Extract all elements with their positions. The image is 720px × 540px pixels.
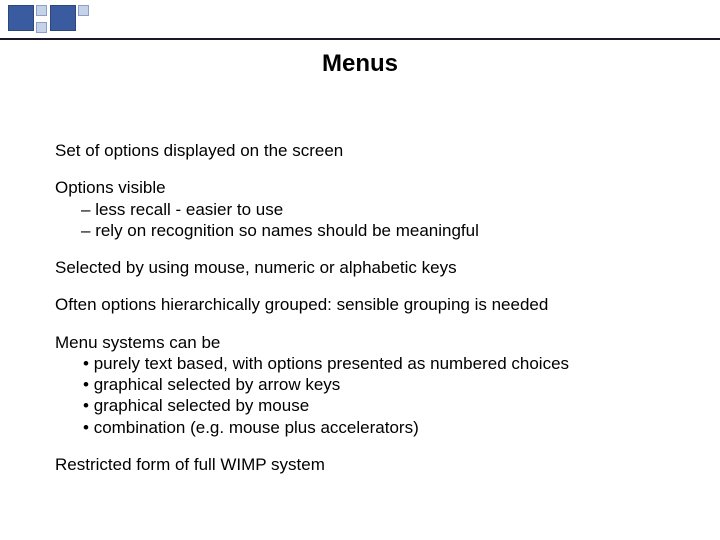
- paragraph-5-bullet-1: purely text based, with options presente…: [55, 353, 680, 374]
- horizontal-rule: [0, 38, 720, 40]
- slide: Menus Set of options displayed on the sc…: [0, 0, 720, 540]
- paragraph-5-bullet-4: combination (e.g. mouse plus accelerator…: [55, 417, 680, 438]
- paragraph-4: Often options hierarchically grouped: se…: [55, 294, 680, 315]
- deco-square-small-2: [36, 22, 47, 33]
- paragraph-3: Selected by using mouse, numeric or alph…: [55, 257, 680, 278]
- corner-decoration: [0, 0, 130, 42]
- paragraph-2-sub-1: less recall - easier to use: [55, 199, 680, 220]
- paragraph-5-bullet-2: graphical selected by arrow keys: [55, 374, 680, 395]
- paragraph-1: Set of options displayed on the screen: [55, 140, 680, 161]
- slide-body: Set of options displayed on the screen O…: [55, 140, 680, 491]
- paragraph-2: Options visible less recall - easier to …: [55, 177, 680, 241]
- deco-square-small-1: [36, 5, 47, 16]
- paragraph-5-lead: Menu systems can be: [55, 332, 680, 353]
- deco-square-small-3: [78, 5, 89, 16]
- paragraph-5-bullet-3: graphical selected by mouse: [55, 395, 680, 416]
- paragraph-6: Restricted form of full WIMP system: [55, 454, 680, 475]
- paragraph-5: Menu systems can be purely text based, w…: [55, 332, 680, 438]
- deco-square-large-2: [50, 5, 76, 31]
- slide-title: Menus: [0, 50, 720, 78]
- paragraph-2-sub-2: rely on recognition so names should be m…: [55, 220, 680, 241]
- paragraph-2-lead: Options visible: [55, 177, 680, 198]
- deco-square-large-1: [8, 5, 34, 31]
